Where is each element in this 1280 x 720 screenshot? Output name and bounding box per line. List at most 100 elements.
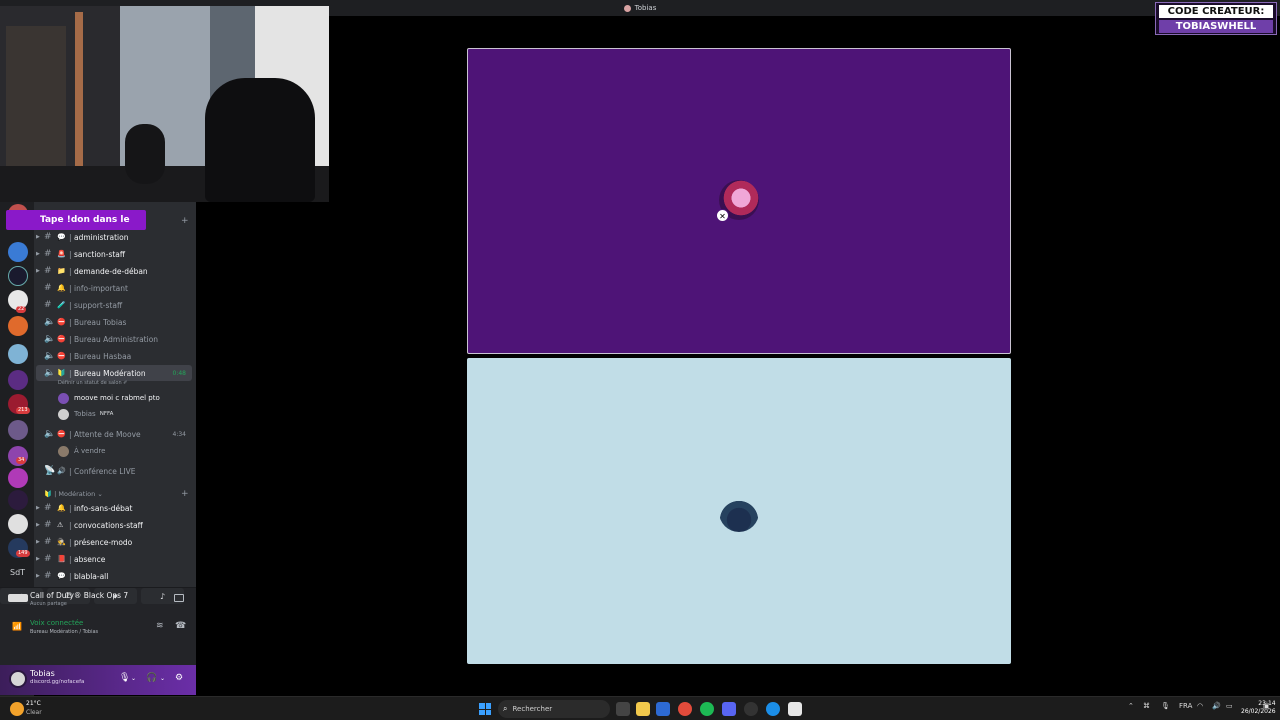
voice-channel-bureau-administration[interactable]: 🔈 ⛔ | Bureau Administration [36, 331, 192, 347]
edge-icon[interactable] [766, 702, 780, 716]
webcam-shelf [6, 26, 66, 186]
avatar [58, 408, 69, 420]
server-icon[interactable] [8, 242, 28, 262]
server-icon[interactable] [8, 316, 28, 336]
server-text-icon[interactable]: SdT [10, 568, 25, 577]
microphone-icon[interactable]: 🎙 [1161, 702, 1170, 710]
avatar[interactable] [9, 670, 27, 688]
hash-icon: # [44, 300, 52, 310]
task-view-icon[interactable] [616, 702, 630, 716]
notification-icon[interactable]: ▣ [1263, 702, 1270, 710]
disconnect-icon[interactable]: ☎ [175, 621, 186, 631]
voice-member[interactable]: À vendre [58, 444, 105, 458]
windows-start-icon[interactable] [479, 703, 491, 715]
network-icon[interactable]: ⌘ [1143, 702, 1150, 710]
stream-game-button[interactable] [174, 594, 184, 602]
voice-duration: 4:34 [172, 430, 186, 438]
game-subtitle: Aucun partage [30, 601, 67, 607]
channel-demande-de-deban[interactable]: ▶ # 📁 | demande-de-déban [36, 263, 192, 279]
channel-absence[interactable]: ▶ # 📕 | absence [36, 551, 192, 567]
expand-arrow-icon: ▶ [36, 234, 40, 240]
voice-channel-conference-live[interactable]: 📡 🔊 | Conférence LIVE [36, 463, 192, 479]
avatar [58, 445, 69, 457]
channel-status-hint[interactable]: Définir un statut de salon ✐ [58, 380, 127, 386]
channel-convocations-staff[interactable]: ▶ # ⚠ | convocations-staff [36, 517, 192, 533]
add-channel-icon[interactable]: + [181, 216, 189, 226]
app-icon[interactable] [788, 702, 802, 716]
taskbar-clock[interactable]: 23:14 26/02/2026 [1241, 700, 1276, 716]
noise-suppression-icon[interactable]: ≋ [156, 621, 164, 631]
add-channel-icon[interactable]: + [181, 489, 189, 499]
channel-label: Bureau Hasbaa [74, 351, 132, 361]
voice-member[interactable]: moove moi c rabmel pto [58, 391, 160, 405]
voice-status-title[interactable]: Voix connectée [30, 619, 83, 627]
channel-administration[interactable]: ▶ # 💬 | administration [36, 229, 192, 245]
voice-channel-attente-de-moove[interactable]: 🔈 ⛔ | Attente de Moove 4:34 [36, 426, 192, 442]
channel-label: absence [74, 554, 106, 564]
channel-blabla-all[interactable]: ▶ # 💬 | blabla-all [36, 568, 192, 584]
channel-emoji-icon: ⛔ [57, 430, 66, 438]
battery-icon[interactable]: ▭ [1226, 702, 1233, 710]
server-icon[interactable] [8, 490, 28, 510]
language-indicator[interactable]: FRA [1179, 702, 1192, 710]
creator-code-badge: CODE CREATEUR: TOBIASWHELL [1155, 2, 1277, 35]
channel-presence-modo[interactable]: ▶ # 🕵 | présence-modo [36, 534, 192, 550]
user-name[interactable]: Tobias [30, 669, 55, 678]
chevron-down-icon[interactable]: ⌄ [160, 675, 165, 682]
hash-icon: # [44, 503, 52, 513]
weather-temperature[interactable]: 21°C [26, 700, 41, 707]
spotify-icon[interactable] [700, 702, 714, 716]
chevron-down-icon[interactable]: ⌄ [131, 675, 136, 682]
channel-sanction-staff[interactable]: ▶ # 🚨 | sanction-staff [36, 246, 192, 262]
file-explorer-icon[interactable] [636, 702, 650, 716]
volume-icon[interactable]: 🔊 [1212, 702, 1221, 710]
expand-arrow-icon: ▶ [36, 268, 40, 274]
channel-label: administration [74, 232, 129, 242]
channel-emoji-icon: ⛔ [57, 335, 66, 343]
obs-icon[interactable] [744, 702, 758, 716]
speaker-icon: 🔈 [44, 429, 56, 439]
voice-signal-icon: 📶 [12, 622, 22, 631]
webcam-microphone [125, 124, 165, 184]
voice-status-subtitle[interactable]: Bureau Modération / Tobias [30, 629, 98, 635]
channel-label: présence-modo [74, 537, 133, 547]
taskbar-search[interactable]: ⌕ Rechercher [498, 700, 610, 718]
category-moderation[interactable]: 🔰 | Modération ⌄ [44, 490, 103, 498]
voice-member[interactable]: Tobias NFFA [58, 407, 113, 421]
user-status[interactable]: discord.gg/nofacefa [30, 679, 84, 685]
channel-support-staff[interactable]: # 🧪 | support-staff [36, 297, 192, 313]
voice-channel-bureau-hasbaa[interactable]: 🔈 ⛔ | Bureau Hasbaa [36, 348, 192, 364]
server-icon[interactable] [8, 514, 28, 534]
store-icon[interactable] [656, 702, 670, 716]
server-icon[interactable] [8, 468, 28, 488]
server-icon[interactable] [8, 266, 28, 286]
gear-icon[interactable]: ⚙ [175, 673, 183, 683]
avatar [58, 392, 69, 404]
chrome-icon[interactable] [678, 702, 692, 716]
chevron-up-icon[interactable]: ⌃ [1128, 702, 1134, 710]
server-icon[interactable] [8, 344, 28, 364]
channel-info-important[interactable]: # 🔔 | info-important [36, 280, 192, 296]
weather-condition[interactable]: Clear [26, 709, 42, 716]
channel-label: support-staff [74, 300, 123, 310]
voice-channel-bureau-tobias[interactable]: 🔈 ⛔ | Bureau Tobias [36, 314, 192, 330]
speaker-icon: 🔈 [44, 317, 56, 327]
weather-icon[interactable] [10, 702, 24, 716]
wifi-icon[interactable]: ◠ [1197, 702, 1203, 710]
participant-avatar [719, 492, 759, 532]
voice-channel-bureau-moderation[interactable]: 🔈 🔰 | Bureau Modération 0:48 [36, 365, 192, 381]
channel-emoji-icon: ⚠ [57, 521, 64, 529]
channel-label: info-important [74, 283, 128, 293]
hash-icon: # [44, 571, 52, 581]
server-icon[interactable] [8, 370, 28, 390]
microphone-icon[interactable]: 🎙 [119, 673, 130, 683]
channel-info-sans-debat[interactable]: ▶ # 🔔 | info-sans-débat [36, 500, 192, 516]
server-icon[interactable] [8, 420, 28, 440]
activity-panel: Call of Duty® Black Ops 7 Aucun partage … [0, 587, 196, 665]
channel-emoji-icon: ⛔ [57, 318, 66, 326]
headphones-icon[interactable]: 🎧 [146, 673, 157, 683]
channel-emoji-icon: 🔰 [57, 369, 66, 377]
discord-icon[interactable] [722, 702, 736, 716]
voice-member-name: À vendre [74, 447, 106, 455]
member-tag: NFFA [99, 411, 114, 417]
